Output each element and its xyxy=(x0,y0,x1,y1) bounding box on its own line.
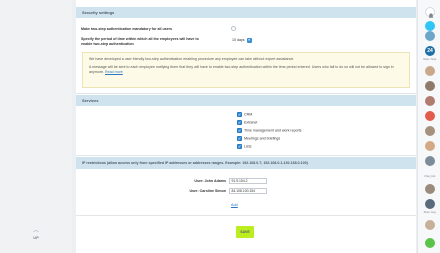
divider xyxy=(76,215,416,216)
ip-input[interactable]: 84.108.100.154 xyxy=(229,188,267,194)
chevron-up-icon: ︿ xyxy=(32,228,39,234)
checkbox-checked-icon[interactable]: ✓ xyxy=(237,112,242,117)
service-lists[interactable]: ✓ Lists xyxy=(237,144,251,149)
ip-user-label: User: Caroline Simon xyxy=(189,189,226,193)
avatar[interactable] xyxy=(425,126,435,136)
save-button[interactable]: SAVE xyxy=(236,226,254,238)
read-more-link[interactable]: Read more xyxy=(105,70,123,74)
notice-text-2: A message will be sent to each employee … xyxy=(89,65,394,74)
company-icon[interactable]: 24 xyxy=(425,46,435,56)
avatar[interactable] xyxy=(425,96,435,106)
search-icon[interactable] xyxy=(425,31,435,41)
avatar[interactable] xyxy=(425,199,435,209)
left-panel: ︿ UP xyxy=(0,0,72,253)
checkbox-checked-icon[interactable]: ✓ xyxy=(237,128,242,133)
settings-panel: Security settings Make two-step authenti… xyxy=(76,0,416,253)
period-select[interactable]: 10 days ▾ xyxy=(232,38,252,43)
period-label: Specify the period of time within which … xyxy=(81,37,199,46)
service-label: Meetings and briefings xyxy=(244,136,281,141)
divider xyxy=(76,155,416,156)
phone-icon[interactable] xyxy=(425,238,435,248)
ip-input[interactable]: 91.9.154.2 xyxy=(229,178,267,184)
service-extranet[interactable]: ✓ Extranet xyxy=(237,120,257,125)
service-label: Extranet xyxy=(244,120,258,125)
avatar[interactable] xyxy=(425,220,435,230)
checkbox-checked-icon[interactable]: ✓ xyxy=(237,144,242,149)
contact-name: Chat_Hul. xyxy=(424,175,436,178)
avatar[interactable] xyxy=(425,184,435,194)
two-step-notice: We have developed a user friendly two-st… xyxy=(82,52,410,88)
avatar[interactable] xyxy=(425,81,435,91)
up-label: UP xyxy=(33,235,39,240)
avatar[interactable] xyxy=(425,66,435,76)
chat-icon[interactable] xyxy=(425,21,435,31)
ip-restrictions-header: IP restrictions (allow access only from … xyxy=(76,157,416,169)
mandatory-2fa-label: Make two-step authentication mandatory f… xyxy=(81,27,173,31)
services-header: Services xyxy=(76,95,416,106)
service-label: CRM xyxy=(244,112,253,117)
service-meetings[interactable]: ✓ Meetings and briefings xyxy=(237,136,280,141)
ip-user-label: User: John Adams xyxy=(194,179,226,183)
service-label: Time management and work reports xyxy=(244,128,302,133)
avatar[interactable] xyxy=(425,111,435,121)
checkbox-checked-icon[interactable]: ✓ xyxy=(237,120,242,125)
service-crm[interactable]: ✓ CRM xyxy=(237,112,252,117)
contact-name: Shan. Dept. xyxy=(423,58,437,61)
divider xyxy=(76,93,416,94)
notice-text-1: We have developed a user friendly two-st… xyxy=(89,57,295,61)
messenger-bar: 24 Shan. Dept. Chat_Hul. Shan. Aug. xyxy=(417,0,440,253)
scroll-up-button[interactable]: ︿ UP xyxy=(28,228,44,242)
security-settings-header: Security settings xyxy=(76,7,416,18)
notifications-icon[interactable] xyxy=(425,7,435,18)
service-time-management[interactable]: ✓ Time management and work reports xyxy=(237,128,302,133)
avatar[interactable] xyxy=(425,141,435,151)
mandatory-2fa-checkbox[interactable] xyxy=(231,26,236,31)
dropdown-icon: ▾ xyxy=(246,38,252,43)
contact-name: Shan. Aug. xyxy=(423,211,437,214)
period-value: 10 days xyxy=(232,38,245,43)
checkbox-checked-icon[interactable]: ✓ xyxy=(237,136,242,141)
avatar[interactable] xyxy=(425,156,435,166)
add-ip-link[interactable]: Add xyxy=(231,203,238,207)
service-label: Lists xyxy=(244,144,252,149)
